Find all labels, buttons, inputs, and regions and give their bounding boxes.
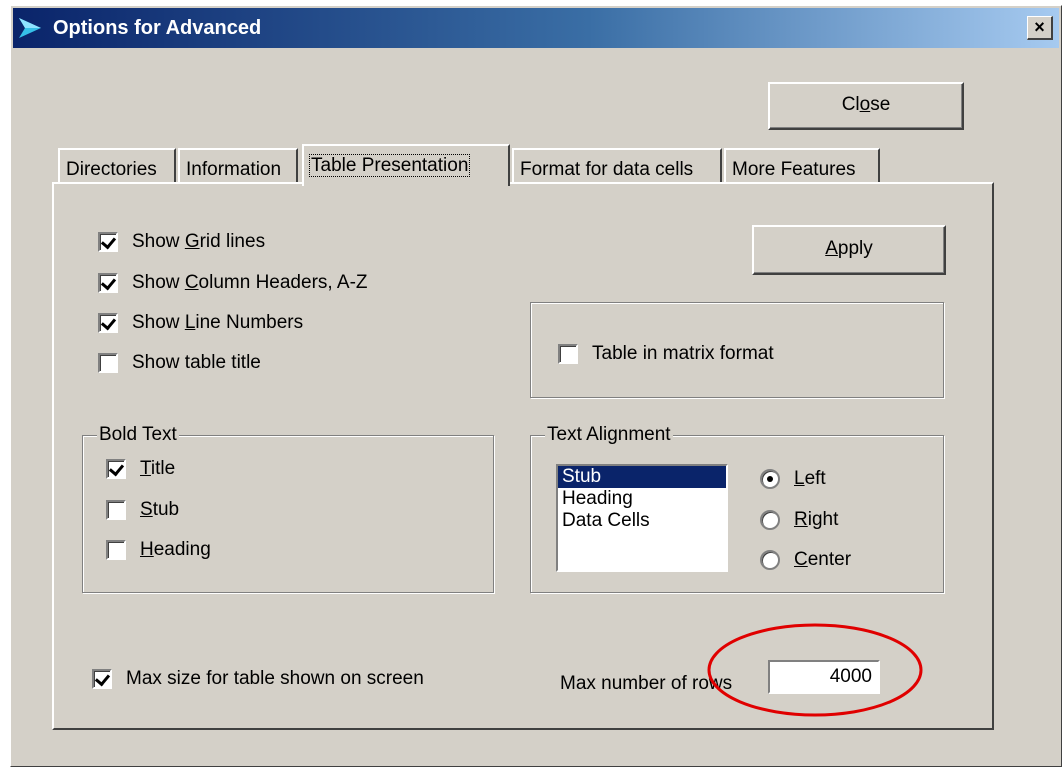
group-title: Text Alignment (545, 424, 673, 446)
bold-stub-checkbox[interactable]: Stub (106, 497, 179, 523)
list-item[interactable]: Stub (558, 466, 726, 488)
checkbox-box[interactable] (92, 669, 112, 689)
checkbox-box[interactable] (558, 344, 578, 364)
window-title: Options for Advanced (53, 17, 262, 39)
bold-title-checkbox[interactable]: Title (106, 456, 175, 482)
list-item[interactable]: Heading (558, 488, 726, 510)
show-table-title-checkbox[interactable]: Show table title (98, 350, 261, 376)
apply-label-accel: A (825, 238, 838, 259)
apply-button[interactable]: Apply (752, 225, 946, 275)
checkbox-label: Stub (140, 499, 180, 520)
tab-label: Format for data cells (520, 159, 694, 180)
tab-label: More Features (732, 159, 856, 180)
table-in-matrix-format-checkbox[interactable]: Table in matrix format (558, 341, 774, 367)
max-rows-input[interactable]: 4000 (768, 660, 880, 694)
radio-button[interactable] (760, 469, 780, 489)
close-label-part: Cl (841, 94, 860, 115)
show-grid-lines-checkbox[interactable]: Show Grid lines (98, 229, 265, 255)
close-button[interactable]: Close (768, 82, 964, 130)
list-item[interactable]: Data Cells (558, 510, 726, 532)
title-bar: Options for Advanced × (13, 8, 1059, 48)
checkbox-label: Max size for table shown on screen (126, 668, 424, 689)
checkbox-box[interactable] (106, 500, 126, 520)
align-left-radio[interactable]: Left (760, 466, 826, 492)
radio-label: Right (794, 509, 839, 530)
tab-label: Directories (66, 159, 157, 180)
max-size-table-checkbox[interactable]: Max size for table shown on screen (92, 666, 424, 692)
checkbox-box[interactable] (98, 273, 118, 293)
checkbox-box[interactable] (98, 353, 118, 373)
radio-label: Left (794, 468, 826, 489)
max-rows-label: Max number of rows (560, 673, 733, 694)
checkbox-label: Heading (140, 539, 211, 560)
checkbox-label: Show Grid lines (132, 231, 266, 252)
checkbox-box[interactable] (98, 232, 118, 252)
checkbox-label: Title (140, 458, 176, 479)
checkbox-box[interactable] (106, 540, 126, 560)
tab-label: Information (186, 159, 282, 180)
group-title: Bold Text (97, 424, 179, 446)
alignment-target-list[interactable]: Stub Heading Data Cells (556, 464, 728, 572)
arrow-icon (19, 18, 41, 38)
close-label-part: se (870, 94, 891, 115)
align-right-radio[interactable]: Right (760, 507, 838, 533)
tab-information[interactable]: Information (178, 148, 298, 184)
tab-format-for-data-cells[interactable]: Format for data cells (512, 148, 722, 184)
checkbox-box[interactable] (98, 313, 118, 333)
apply-label-part: pply (837, 238, 873, 259)
show-column-headers-checkbox[interactable]: Show Column Headers, A-Z (98, 270, 368, 296)
radio-label: Center (794, 549, 852, 570)
radio-button[interactable] (760, 510, 780, 530)
show-line-numbers-checkbox[interactable]: Show Line Numbers (98, 310, 303, 336)
checkbox-label: Show table title (132, 352, 261, 373)
bold-heading-checkbox[interactable]: Heading (106, 537, 211, 563)
tab-table-presentation[interactable]: Table Presentation (302, 144, 510, 186)
tab-more-features[interactable]: More Features (724, 148, 880, 184)
window-close-button[interactable]: × (1027, 16, 1053, 40)
radio-button[interactable] (760, 550, 780, 570)
checkbox-label: Show Line Numbers (132, 312, 304, 333)
close-label-accel: o (859, 94, 871, 115)
checkbox-label: Table in matrix format (592, 343, 774, 364)
tab-label: Table Presentation (308, 154, 471, 177)
tab-directories[interactable]: Directories (58, 148, 176, 184)
checkbox-label: Show Column Headers, A-Z (132, 272, 368, 293)
align-center-radio[interactable]: Center (760, 547, 851, 573)
checkbox-box[interactable] (106, 459, 126, 479)
